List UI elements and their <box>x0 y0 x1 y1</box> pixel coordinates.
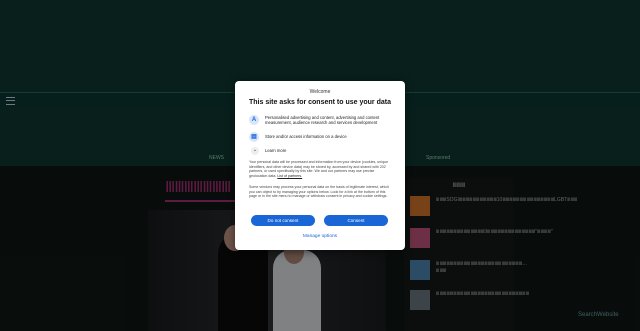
dialog-title: This site asks for consent to use your d… <box>249 99 391 106</box>
list-of-partners-link[interactable]: List of partners. <box>277 174 302 178</box>
chevron-down-icon[interactable]: ⌄ <box>251 147 259 155</box>
learn-more-label[interactable]: Learn more <box>265 148 286 153</box>
dialog-welcome: Welcome <box>309 89 331 95</box>
device-storage-icon: ▤ <box>249 132 259 142</box>
consent-paragraph-data: Your personal data will be processed and… <box>249 160 391 178</box>
consent-dialog: Welcome This site asks for consent to us… <box>235 81 405 250</box>
consent-paragraph-text: Your personal data will be processed and… <box>249 160 389 178</box>
do-not-consent-button[interactable]: Do not consent <box>251 215 315 226</box>
purpose-text: Personalised advertising and content, ad… <box>265 115 380 125</box>
consent-paragraph-legit: Some vendors may process your personal d… <box>249 185 390 198</box>
purpose-text: Store and/or access information on a dev… <box>265 134 347 139</box>
person-icon: A <box>249 115 259 125</box>
manage-options-link[interactable]: Manage options <box>235 234 405 239</box>
consent-button[interactable]: Consent <box>324 215 388 226</box>
